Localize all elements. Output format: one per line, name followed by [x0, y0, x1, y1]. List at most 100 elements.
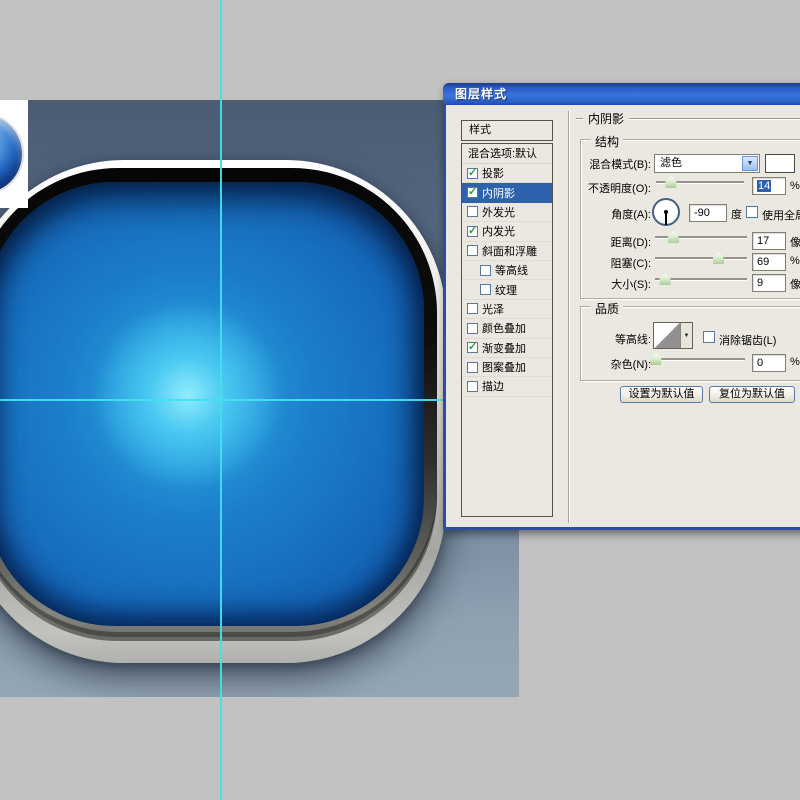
inner-shadow-section-header: 内阴影 — [576, 110, 800, 127]
choke-unit: % — [790, 255, 800, 267]
choke-slider[interactable] — [655, 251, 747, 264]
style-item-label: 斜面和浮雕 — [482, 245, 537, 258]
check-icon: ✓ — [468, 166, 478, 179]
contour-label: 等高线: — [614, 334, 651, 346]
style-list-item[interactable]: ✓ 投影 — [462, 164, 552, 184]
style-list-item[interactable]: 光泽 — [462, 300, 552, 320]
distance-input[interactable]: 17 — [752, 232, 786, 250]
style-item-label: 图案叠加 — [482, 362, 526, 375]
style-checkbox[interactable] — [480, 284, 491, 296]
style-checkbox[interactable] — [467, 303, 478, 315]
style-list-item[interactable]: 斜面和浮雕 — [462, 242, 552, 261]
style-checkbox[interactable] — [467, 361, 478, 373]
choke-label: 阻塞(C): — [610, 258, 651, 270]
style-item-label: 描边 — [482, 381, 504, 394]
distance-label: 距离(D): — [610, 237, 651, 249]
contour-picker[interactable]: ▼ — [653, 322, 693, 349]
style-list-item[interactable]: ✓ 内阴影 — [462, 183, 552, 203]
dialog-titlebar[interactable]: 图层样式 — [443, 83, 800, 105]
slider-thumb[interactable] — [667, 231, 679, 243]
slider-thumb[interactable] — [712, 252, 724, 264]
check-icon: ✓ — [468, 341, 478, 354]
size-unit: 像素 — [790, 279, 800, 291]
chevron-down-icon[interactable]: ▼ — [681, 323, 692, 348]
angle-input[interactable]: -90 — [689, 204, 727, 222]
photoshop-workspace: 图层样式 样式 混合选项:默认 ✓ 投影 ✓ 内阴影外发光 ✓ 内发光斜面和浮雕等高线纹理… — [0, 0, 800, 800]
layer-style-dialog: 图层样式 样式 混合选项:默认 ✓ 投影 ✓ 内阴影外发光 ✓ 内发光斜面和浮雕等高线纹理… — [443, 83, 800, 530]
blend-mode-label: 混合模式(B): — [589, 159, 651, 171]
style-checkbox[interactable]: ✓ — [467, 186, 478, 199]
blending-options-item[interactable]: 混合选项:默认 — [462, 144, 552, 164]
distance-slider[interactable] — [655, 230, 747, 243]
button-dark-ring — [0, 168, 437, 641]
slider-thumb[interactable] — [659, 273, 671, 285]
style-checkbox[interactable] — [467, 206, 478, 218]
style-item-label: 外发光 — [482, 206, 515, 219]
slider-thumb[interactable] — [665, 176, 677, 188]
check-icon: ✓ — [468, 224, 478, 237]
style-item-label: 投影 — [482, 168, 504, 181]
glossy-button-artwork — [0, 160, 446, 663]
style-checkbox[interactable]: ✓ — [467, 341, 478, 354]
style-item-label: 等高线 — [495, 265, 528, 278]
horizontal-guide[interactable] — [0, 399, 445, 401]
style-checkbox[interactable] — [467, 322, 478, 334]
style-item-label: 光泽 — [482, 303, 504, 316]
chevron-down-icon[interactable]: ▼ — [742, 156, 758, 171]
style-item-label: 内阴影 — [482, 187, 515, 200]
style-list-item[interactable]: ✓ 渐变叠加 — [462, 339, 552, 358]
antialias-label: 消除锯齿(L) — [719, 335, 777, 347]
set-default-button[interactable]: 设置为默认值 — [620, 386, 703, 403]
quality-group-label: 品质 — [591, 300, 624, 317]
noise-unit: % — [790, 356, 800, 368]
size-label: 大小(S): — [611, 279, 651, 291]
style-list-item[interactable]: 纹理 — [462, 280, 552, 300]
style-list-item[interactable]: 描边 — [462, 377, 552, 397]
size-input[interactable]: 9 — [752, 274, 786, 292]
style-item-label: 颜色叠加 — [482, 323, 526, 336]
section-title: 内阴影 — [588, 112, 625, 126]
check-icon: ✓ — [468, 186, 478, 199]
noise-label: 杂色(N): — [610, 359, 651, 371]
antialias-checkbox[interactable] — [703, 331, 715, 343]
opacity-input[interactable]: 14 — [752, 177, 786, 195]
button-glow-face — [0, 182, 424, 626]
choke-input[interactable]: 69 — [752, 253, 786, 271]
noise-slider[interactable] — [650, 352, 745, 365]
style-checkbox[interactable]: ✓ — [467, 224, 478, 237]
style-checkbox[interactable] — [467, 245, 478, 257]
angle-dial[interactable] — [652, 198, 680, 226]
use-global-light-checkbox[interactable] — [746, 206, 758, 218]
style-checkbox[interactable]: ✓ — [467, 166, 478, 179]
style-list-item[interactable]: ✓ 内发光 — [462, 222, 552, 242]
contour-thumbnail[interactable] — [654, 323, 681, 348]
style-item-label: 纹理 — [495, 284, 517, 297]
opacity-slider[interactable] — [656, 175, 744, 188]
style-checkbox[interactable] — [480, 264, 491, 276]
style-item-label: 渐变叠加 — [482, 342, 526, 355]
shadow-color-swatch[interactable] — [765, 154, 795, 173]
styles-list: 混合选项:默认 ✓ 投影 ✓ 内阴影外发光 ✓ 内发光斜面和浮雕等高线纹理光泽颜色叠加 ✓ 渐… — [461, 143, 553, 517]
opacity-unit: % — [790, 180, 800, 192]
angle-label: 角度(A): — [611, 209, 651, 221]
style-list-item[interactable]: 颜色叠加 — [462, 319, 552, 339]
style-item-label: 内发光 — [482, 226, 515, 239]
style-list-item[interactable]: 外发光 — [462, 203, 552, 223]
noise-input[interactable]: 0 — [752, 354, 786, 372]
angle-unit: 度 — [731, 209, 742, 221]
structure-group-label: 结构 — [591, 133, 624, 150]
style-list-item[interactable]: 图案叠加 — [462, 358, 552, 378]
styles-panel-header: 样式 — [461, 120, 553, 141]
panel-divider — [568, 111, 570, 523]
opacity-label: 不透明度(O): — [588, 183, 651, 195]
size-slider[interactable] — [655, 272, 747, 285]
style-checkbox[interactable] — [467, 380, 478, 392]
styles-list-items: ✓ 投影 ✓ 内阴影外发光 ✓ 内发光斜面和浮雕等高线纹理光泽颜色叠加 ✓ 渐变叠加图案叠加描… — [462, 164, 552, 397]
blue-orb-thumbnail — [0, 113, 24, 195]
use-global-light-label: 使用全局光 — [762, 210, 800, 222]
reset-default-button[interactable]: 复位为默认值 — [709, 386, 795, 403]
style-list-item[interactable]: 等高线 — [462, 261, 552, 281]
blend-mode-select[interactable]: 滤色 ▼ — [654, 154, 760, 173]
blend-mode-value: 滤色 — [660, 157, 682, 169]
orb-thumbnail-box — [0, 100, 28, 208]
